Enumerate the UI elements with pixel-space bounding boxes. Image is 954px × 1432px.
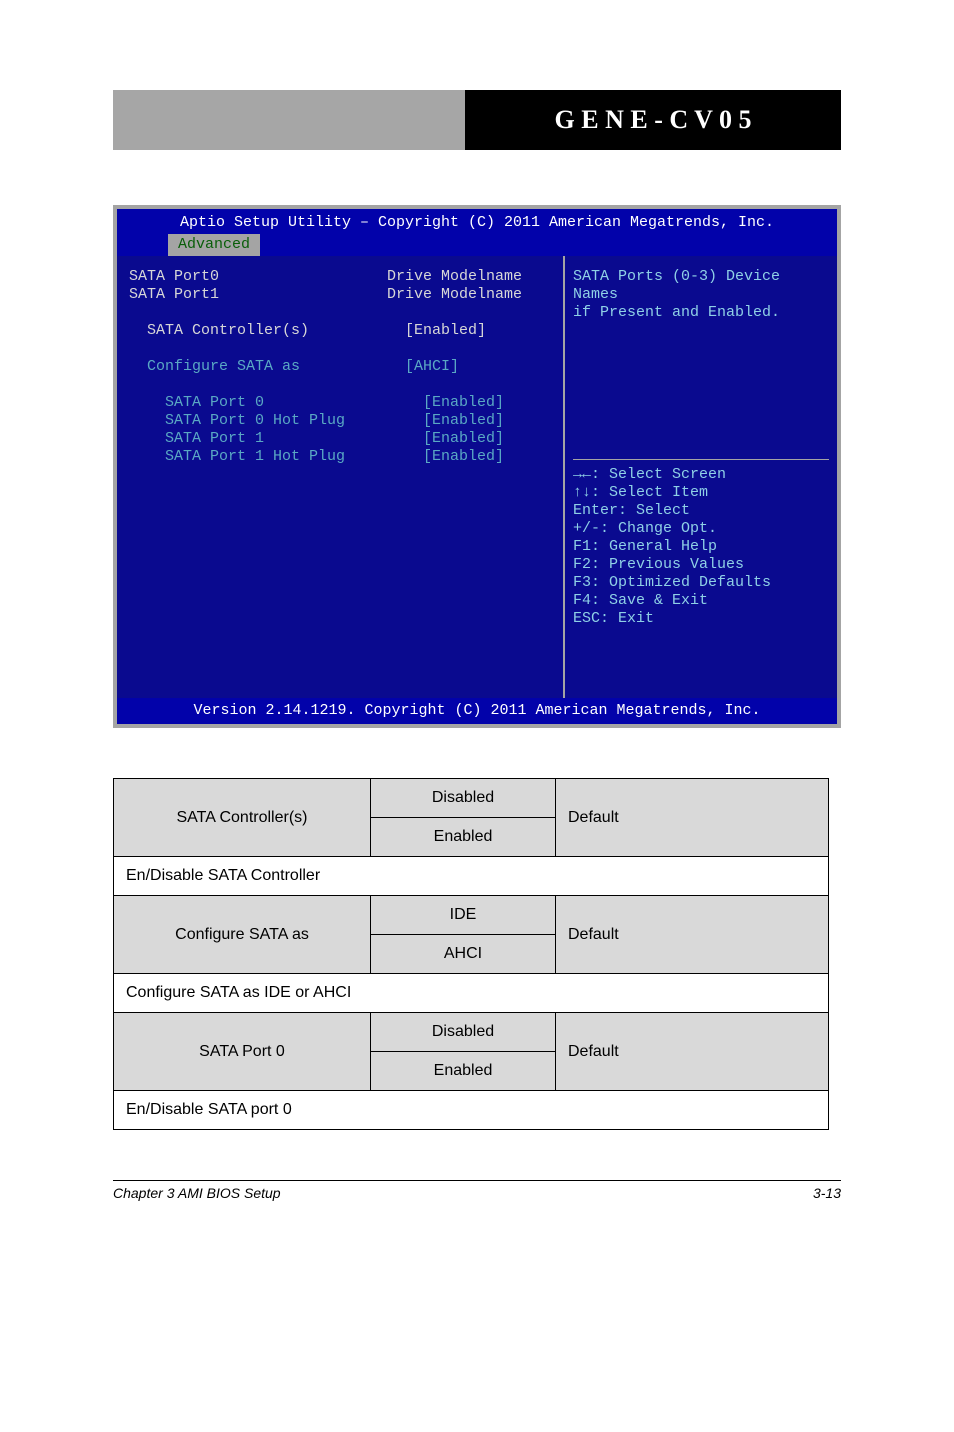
bios-left-pane: SATA Port0 Drive Modelname SATA Port1 Dr…: [117, 256, 563, 698]
key-esc: ESC: Exit: [573, 610, 829, 628]
row-sata-controller-default: Default: [556, 779, 829, 857]
sata-port1-label: SATA Port1: [129, 286, 387, 304]
configure-sata-label[interactable]: Configure SATA as: [129, 358, 405, 376]
row-configure-sata-opt2: AHCI: [371, 935, 556, 974]
key-select-item: ↑↓: Select Item: [573, 484, 829, 502]
sata-port0-value: Drive Modelname: [387, 268, 522, 286]
key-enter: Enter: Select: [573, 502, 829, 520]
sata-port-1-value[interactable]: [Enabled]: [423, 430, 504, 448]
row-configure-sata-opt1: IDE: [371, 896, 556, 935]
key-change-opt: +/-: Change Opt.: [573, 520, 829, 538]
sata-port-1-label[interactable]: SATA Port 1: [129, 430, 423, 448]
row-sata-port0-opt1: Disabled: [371, 1013, 556, 1052]
sata-port-1-hotplug-label[interactable]: SATA Port 1 Hot Plug: [129, 448, 423, 466]
row-sata-port0-opt2: Enabled: [371, 1052, 556, 1091]
banner-grey-fill: [113, 90, 465, 150]
product-banner: G E N E - C V 0 5: [113, 90, 841, 150]
sata-port-1-hotplug-value[interactable]: [Enabled]: [423, 448, 504, 466]
product-name: G E N E - C V 0 5: [465, 90, 841, 150]
page-footer-divider: [113, 1180, 841, 1181]
settings-table: SATA Controller(s) Disabled Default Enab…: [113, 778, 829, 1130]
sata-controller-value[interactable]: [Enabled]: [405, 322, 486, 340]
key-general-help: F1: General Help: [573, 538, 829, 556]
row-configure-sata-name: Configure SATA as: [114, 896, 371, 974]
bios-tab-advanced[interactable]: Advanced: [168, 234, 260, 256]
bios-header: Aptio Setup Utility – Copyright (C) 2011…: [117, 209, 837, 256]
row-sata-controller-opt1: Disabled: [371, 779, 556, 818]
page-footer: Chapter 3 AMI BIOS Setup 3-13: [113, 1185, 841, 1201]
row-configure-sata-note: Configure SATA as IDE or AHCI: [114, 974, 829, 1013]
footer-chapter: Chapter 3 AMI BIOS Setup: [113, 1185, 281, 1201]
row-sata-controller-opt2: Enabled: [371, 818, 556, 857]
sata-port-0-hotplug-value[interactable]: [Enabled]: [423, 412, 504, 430]
bios-screenshot: Aptio Setup Utility – Copyright (C) 2011…: [113, 205, 841, 728]
row-sata-port0-note: En/Disable SATA port 0: [114, 1091, 829, 1130]
sata-controller-label[interactable]: SATA Controller(s): [129, 322, 405, 340]
sata-port0-label: SATA Port0: [129, 268, 387, 286]
configure-sata-value[interactable]: [AHCI]: [405, 358, 459, 376]
row-sata-port0-default: Default: [556, 1013, 829, 1091]
bios-title: Aptio Setup Utility – Copyright (C) 2011…: [117, 212, 837, 234]
row-sata-controller-name: SATA Controller(s): [114, 779, 371, 857]
bios-help-line-1: SATA Ports (0-3) Device Names: [573, 268, 829, 304]
footer-page-number: 3-13: [813, 1185, 841, 1201]
row-configure-sata-default: Default: [556, 896, 829, 974]
bios-help-divider: [573, 459, 829, 460]
key-save-exit: F4: Save & Exit: [573, 592, 829, 610]
sata-port-0-label[interactable]: SATA Port 0: [129, 394, 423, 412]
row-sata-controller-note: En/Disable SATA Controller: [114, 857, 829, 896]
key-prev-values: F2: Previous Values: [573, 556, 829, 574]
bios-help-line-2: if Present and Enabled.: [573, 304, 829, 322]
bios-version-footer: Version 2.14.1219. Copyright (C) 2011 Am…: [117, 698, 837, 724]
row-sata-port0-name: SATA Port 0: [114, 1013, 371, 1091]
sata-port-0-value[interactable]: [Enabled]: [423, 394, 504, 412]
bios-right-pane: SATA Ports (0-3) Device Names if Present…: [563, 256, 837, 698]
sata-port1-value: Drive Modelname: [387, 286, 522, 304]
sata-port-0-hotplug-label[interactable]: SATA Port 0 Hot Plug: [129, 412, 423, 430]
key-opt-defaults: F3: Optimized Defaults: [573, 574, 829, 592]
key-select-screen: →←: Select Screen: [573, 466, 829, 484]
